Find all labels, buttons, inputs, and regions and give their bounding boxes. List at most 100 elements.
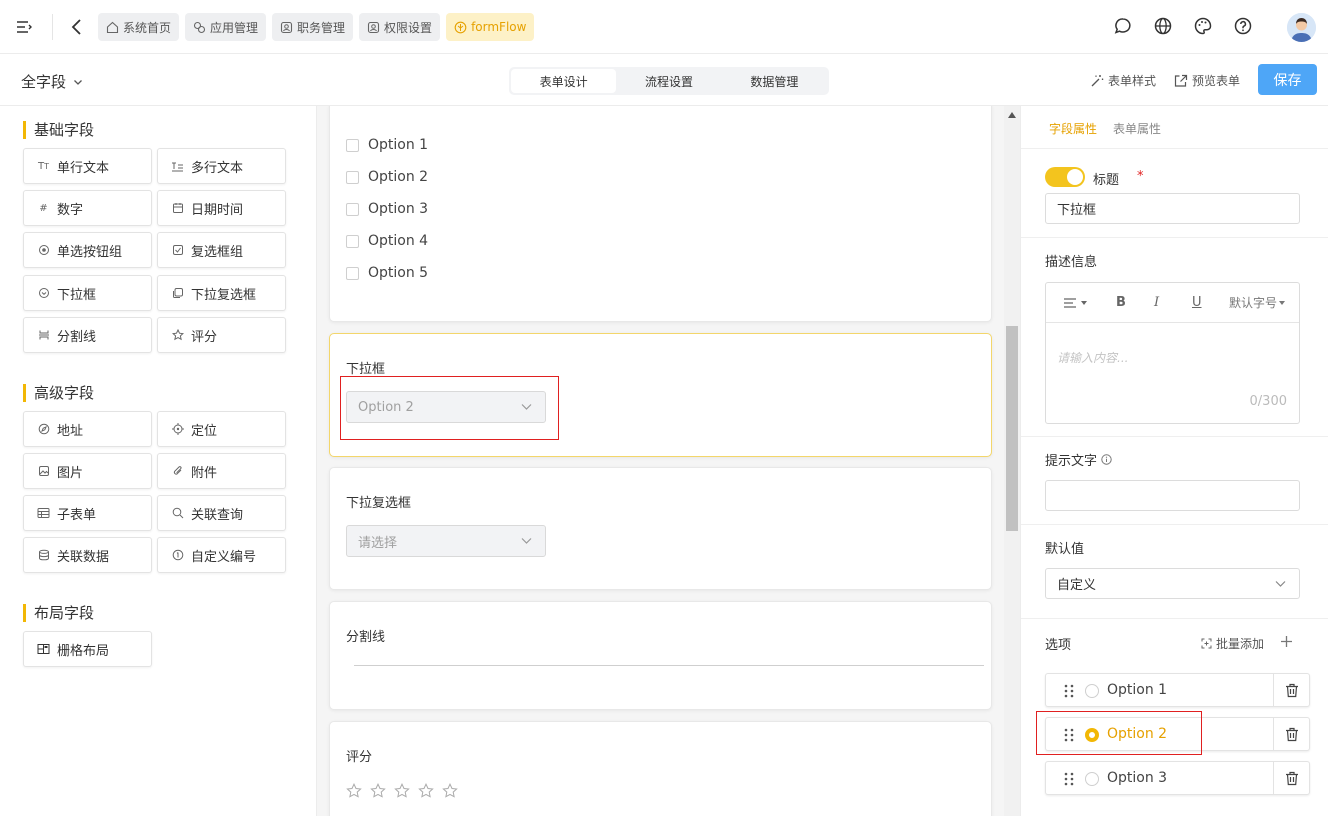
dropdown-label: 下拉框 <box>346 362 386 377</box>
field-scope-select[interactable]: 全字段 <box>21 71 84 92</box>
delete-option-button[interactable] <box>1273 762 1309 794</box>
field-rating[interactable]: 评分 <box>157 317 286 353</box>
form-field-rating[interactable]: 评分 <box>329 721 992 816</box>
star-icon[interactable] <box>418 783 434 799</box>
tab-job-management[interactable]: 职务管理 <box>272 13 354 41</box>
drag-handle-icon[interactable] <box>1064 684 1074 698</box>
checkbox-option[interactable]: Option 1 <box>346 137 428 153</box>
default-value-select[interactable]: 自定义 <box>1045 568 1300 599</box>
scroll-up-arrow-icon[interactable] <box>1008 112 1016 118</box>
checkbox-option[interactable]: Option 2 <box>346 169 428 185</box>
star-icon[interactable] <box>346 783 362 799</box>
batch-add-button[interactable]: 批量添加 <box>1201 635 1264 652</box>
field-datetime[interactable]: 日期时间 <box>157 190 286 226</box>
field-image[interactable]: 图片 <box>23 453 152 489</box>
tab-form-design[interactable]: 表单设计 <box>511 69 617 93</box>
tab-flow-settings[interactable]: 流程设置 <box>616 69 721 93</box>
checkbox-option[interactable]: Option 4 <box>346 233 428 249</box>
checkbox[interactable] <box>346 170 359 184</box>
tab-app-management[interactable]: 应用管理 <box>185 13 267 41</box>
palette-icon[interactable] <box>1193 16 1213 36</box>
field-label: 评分 <box>191 329 218 345</box>
preview-form-button[interactable]: 预览表单 <box>1174 72 1240 89</box>
star-icon[interactable] <box>442 783 458 799</box>
help-icon[interactable] <box>1233 16 1253 36</box>
tab-field-properties[interactable]: 字段属性 <box>1049 120 1097 137</box>
field-custom-number[interactable]: 自定义编号 <box>157 537 286 573</box>
tab-data-management[interactable]: 数据管理 <box>722 69 827 93</box>
checkbox-option[interactable]: Option 5 <box>346 265 428 281</box>
field-multi-dropdown[interactable]: 下拉复选框 <box>157 275 286 311</box>
back-icon[interactable] <box>70 18 84 36</box>
form-field-multi-dropdown[interactable]: 下拉复选框 请选择 <box>329 467 992 590</box>
tab-form-properties[interactable]: 表单属性 <box>1113 120 1161 137</box>
globe-icon[interactable] <box>1153 16 1173 36</box>
save-button[interactable]: 保存 <box>1258 64 1317 95</box>
underline-icon[interactable]: U <box>1192 295 1202 310</box>
checkbox-option[interactable]: Option 3 <box>346 201 428 217</box>
field-divider[interactable]: 分割线 <box>23 317 152 353</box>
option-radio[interactable] <box>1085 772 1099 786</box>
drag-handle-icon[interactable] <box>1064 772 1074 786</box>
text-icon: TT <box>38 160 49 172</box>
form-style-button[interactable]: 表单样式 <box>1090 72 1156 89</box>
tab-home[interactable]: 系统首页 <box>98 13 180 41</box>
checkbox[interactable] <box>346 202 359 216</box>
field-address[interactable]: 地址 <box>23 411 152 447</box>
checkbox[interactable] <box>346 266 359 280</box>
add-option-icon[interactable] <box>1280 635 1293 648</box>
field-location[interactable]: 定位 <box>157 411 286 447</box>
rating-stars[interactable] <box>346 783 458 799</box>
star-icon[interactable] <box>394 783 410 799</box>
form-field-checkbox-group[interactable]: Option 1 Option 2 Option 3 Option 4 Opti… <box>329 106 992 322</box>
font-size-select[interactable]: 默认字号 <box>1229 294 1286 311</box>
star-icon[interactable] <box>370 783 386 799</box>
delete-option-button[interactable] <box>1273 718 1309 750</box>
basic-fields-title: 基础字段 <box>23 121 94 139</box>
description-editor[interactable]: B I U 默认字号 请输入内容... 0/300 <box>1045 282 1300 424</box>
checkbox[interactable] <box>346 138 359 152</box>
field-related-query[interactable]: 关联查询 <box>157 495 286 531</box>
hint-input[interactable] <box>1045 480 1300 511</box>
field-checkbox-group[interactable]: 复选框组 <box>157 232 286 268</box>
tab-permission-settings[interactable]: 权限设置 <box>359 13 441 41</box>
section-divider <box>1021 237 1328 238</box>
tab-home-label: 系统首页 <box>123 20 172 35</box>
checkbox-option-label: Option 3 <box>368 201 429 217</box>
align-icon[interactable] <box>1063 297 1087 309</box>
field-palette: 基础字段 TT 单行文本 多行文本 # 数字 日期时间 单选按钮组 复选框组 下… <box>0 106 317 816</box>
title-input[interactable]: 下拉框 <box>1045 193 1300 224</box>
field-single-line-text[interactable]: TT 单行文本 <box>23 148 152 184</box>
delete-option-button[interactable] <box>1273 674 1309 706</box>
default-value-label: 默认值 <box>1045 542 1085 557</box>
tab-formflow[interactable]: formFlow <box>446 13 535 41</box>
option-row[interactable]: Option 3 <box>1045 761 1310 795</box>
option-label[interactable]: Option 3 <box>1107 770 1167 786</box>
italic-icon[interactable]: I <box>1154 295 1159 310</box>
hint-label: 提示文字 <box>1045 454 1098 469</box>
field-dropdown[interactable]: 下拉框 <box>23 275 152 311</box>
multi-dropdown-select[interactable]: 请选择 <box>346 525 546 557</box>
field-related-data[interactable]: 关联数据 <box>23 537 152 573</box>
field-multi-line-text[interactable]: 多行文本 <box>157 148 286 184</box>
field-grid-layout[interactable]: 栅格布局 <box>23 631 152 667</box>
bold-icon[interactable]: B <box>1116 295 1126 310</box>
title-visibility-toggle[interactable] <box>1045 167 1085 187</box>
checkbox[interactable] <box>346 234 359 248</box>
option-label[interactable]: Option 1 <box>1107 682 1167 698</box>
field-attachment[interactable]: 附件 <box>157 453 286 489</box>
info-icon[interactable] <box>1101 454 1112 465</box>
field-radio-group[interactable]: 单选按钮组 <box>23 232 152 268</box>
field-subform[interactable]: 子表单 <box>23 495 152 531</box>
form-field-divider[interactable]: 分割线 <box>329 601 992 710</box>
form-field-dropdown[interactable]: 下拉框 Option 2 <box>329 333 992 457</box>
avatar[interactable] <box>1287 13 1316 42</box>
scrollbar-thumb[interactable] <box>1006 326 1018 531</box>
field-number[interactable]: # 数字 <box>23 190 152 226</box>
canvas-scrollbar[interactable] <box>1004 106 1020 816</box>
chat-icon[interactable] <box>1113 16 1133 36</box>
option-row[interactable]: Option 1 <box>1045 673 1310 707</box>
menu-collapse-icon[interactable] <box>16 19 32 35</box>
field-label: 附件 <box>191 465 218 481</box>
option-radio[interactable] <box>1085 684 1099 698</box>
